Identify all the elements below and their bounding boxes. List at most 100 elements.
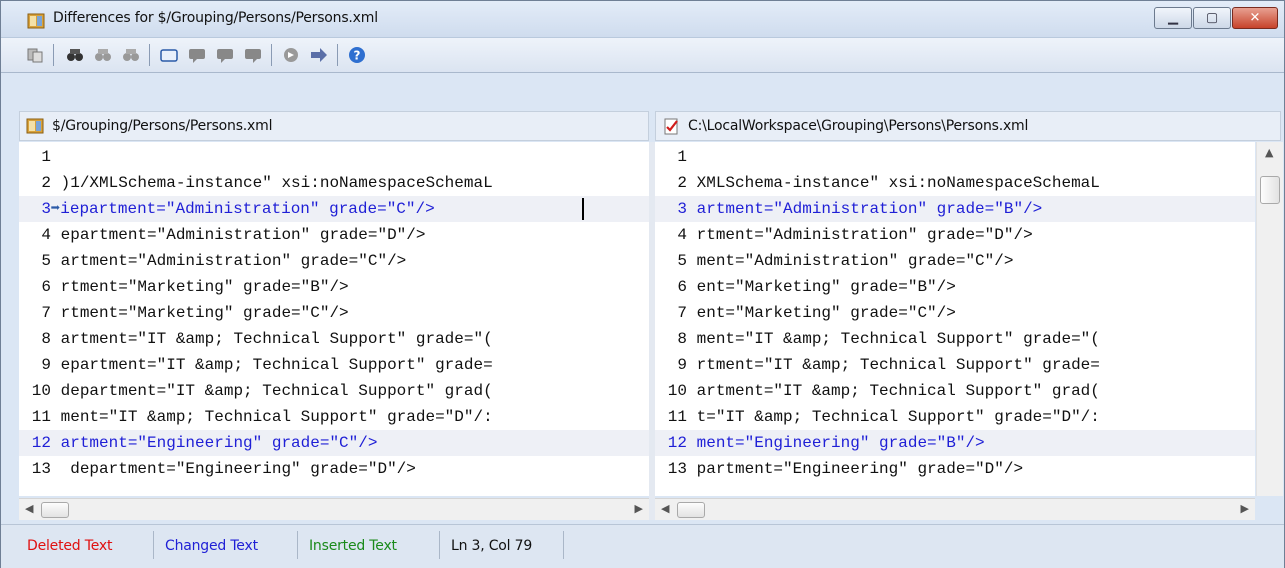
legend-deleted-text: Deleted Text	[27, 538, 113, 554]
line-number: 12	[667, 434, 687, 452]
vertical-scroll-thumb[interactable]	[1260, 176, 1280, 204]
previous-comment-icon[interactable]	[215, 45, 235, 65]
line-text: )1/XMLSchema-instance" xsi:noNamespaceSc…	[60, 174, 493, 192]
right-code-view[interactable]: 1 2 XMLSchema-instance" xsi:noNamespaceS…	[655, 142, 1255, 496]
left-code-line[interactable]: 7 rtment="Marketing" grade="C"/>	[19, 300, 649, 326]
right-vertical-scrollbar[interactable]: ▲	[1256, 142, 1283, 496]
status-separator	[297, 531, 298, 559]
left-pane-title: $/Grouping/Persons/Persons.xml	[52, 118, 273, 134]
line-text: rtment="Marketing" grade="C"/>	[60, 304, 349, 322]
comment-icon[interactable]	[159, 45, 179, 65]
scroll-right-icon[interactable]: ▶	[1241, 502, 1249, 515]
toolbar-separator	[149, 44, 150, 66]
status-separator	[153, 531, 154, 559]
scroll-up-icon[interactable]: ▲	[1265, 146, 1273, 159]
app-icon	[27, 12, 45, 30]
left-code-line[interactable]: 5 artment="Administration" grade="C"/>	[19, 248, 649, 274]
right-code-line[interactable]: 12 ment="Engineering" grade="B"/>	[655, 430, 1255, 456]
right-code-line[interactable]: 1	[655, 144, 1255, 170]
toolbar-separator	[53, 44, 54, 66]
line-number: 13	[667, 460, 687, 478]
diff-window: Differences for $/Grouping/Persons/Perso…	[0, 0, 1285, 568]
right-code-line[interactable]: 6 ent="Marketing" grade="B"/>	[655, 274, 1255, 300]
right-code-line[interactable]: 3 artment="Administration" grade="B"/>	[655, 196, 1255, 222]
line-number: 10	[667, 382, 687, 400]
left-horizontal-thumb[interactable]	[41, 502, 69, 518]
scroll-left-icon[interactable]: ◀	[661, 502, 669, 515]
right-code-line[interactable]: 5 ment="Administration" grade="C"/>	[655, 248, 1255, 274]
find-previous-icon[interactable]	[121, 45, 141, 65]
merge-icon[interactable]	[281, 45, 301, 65]
line-text: artment="Engineering" grade="C"/>	[60, 434, 378, 452]
find-next-icon[interactable]	[93, 45, 113, 65]
left-horizontal-scrollbar[interactable]: ◀ ▶	[19, 498, 649, 520]
right-code-line[interactable]: 10 artment="IT &amp; Technical Support" …	[655, 378, 1255, 404]
line-number: 8	[677, 330, 687, 348]
line-text: ment="IT &amp; Technical Support" grade=…	[60, 408, 493, 426]
minimize-button[interactable]: ▁	[1154, 7, 1192, 29]
text-caret	[582, 198, 584, 220]
line-number: 4	[41, 226, 51, 244]
line-text: department="IT &amp; Technical Support" …	[60, 382, 493, 400]
line-text: ment="Administration" grade="C"/>	[696, 252, 1014, 270]
line-text: ent="Marketing" grade="C"/>	[696, 304, 956, 322]
copy-icon[interactable]	[25, 45, 45, 65]
right-code-line[interactable]: 8 ment="IT &amp; Technical Support" grad…	[655, 326, 1255, 352]
minimize-icon: ▁	[1168, 10, 1178, 26]
left-code-line[interactable]: 12 artment="Engineering" grade="C"/>	[19, 430, 649, 456]
left-code-line[interactable]: 10 department="IT &amp; Technical Suppor…	[19, 378, 649, 404]
right-code-line[interactable]: 4 rtment="Administration" grade="D"/>	[655, 222, 1255, 248]
find-icon[interactable]	[65, 45, 85, 65]
line-number: 9	[41, 356, 51, 374]
right-code-line[interactable]: 11 t="IT &amp; Technical Support" grade=…	[655, 404, 1255, 430]
close-icon: ✕	[1249, 10, 1261, 26]
line-number: 11	[31, 408, 51, 426]
status-bar: Deleted Text Changed Text Inserted Text …	[1, 524, 1284, 568]
line-number: 9	[677, 356, 687, 374]
left-code-line[interactable]: 6 rtment="Marketing" grade="B"/>	[19, 274, 649, 300]
left-code-line[interactable]: 11 ment="IT &amp; Technical Support" gra…	[19, 404, 649, 430]
scroll-right-icon[interactable]: ▶	[635, 502, 643, 515]
status-separator	[563, 531, 564, 559]
line-number: 12	[31, 434, 51, 452]
right-horizontal-thumb[interactable]	[677, 502, 705, 518]
line-number: 13	[31, 460, 51, 478]
maximize-button[interactable]: ▢	[1193, 7, 1231, 29]
line-text: rtment="Marketing" grade="B"/>	[60, 278, 349, 296]
line-number: 6	[41, 278, 51, 296]
close-button[interactable]: ✕	[1232, 7, 1278, 29]
right-horizontal-scrollbar[interactable]: ◀ ▶	[655, 498, 1255, 520]
line-number: 1	[677, 148, 687, 166]
line-number: 7	[41, 304, 51, 322]
left-code-line[interactable]: 4 epartment="Administration" grade="D"/>	[19, 222, 649, 248]
left-code-line[interactable]: 3 ➡iepartment="Administration" grade="C"…	[19, 196, 649, 222]
right-code-line[interactable]: 9 rtment="IT &amp; Technical Support" gr…	[655, 352, 1255, 378]
toolbar: ?	[1, 38, 1284, 73]
left-code-line[interactable]: 13 department="Engineering" grade="D"/>	[19, 456, 649, 482]
legend-inserted-text: Inserted Text	[309, 538, 397, 554]
right-pane-title: C:\LocalWorkspace\Grouping\Persons\Perso…	[688, 118, 1029, 134]
left-code-line[interactable]: 1	[19, 144, 649, 170]
right-code-line[interactable]: 7 ent="Marketing" grade="C"/>	[655, 300, 1255, 326]
line-text: ment="IT &amp; Technical Support" grade=…	[696, 330, 1100, 348]
line-text: XMLSchema-instance" xsi:noNamespaceSchem…	[696, 174, 1100, 192]
scroll-left-icon[interactable]: ◀	[25, 502, 33, 515]
next-difference-icon[interactable]	[309, 45, 329, 65]
right-code-line[interactable]: 13 partment="Engineering" grade="D"/>	[655, 456, 1255, 482]
line-number: 10	[31, 382, 51, 400]
next-comment-icon[interactable]	[187, 45, 207, 65]
right-code-line[interactable]: 2 XMLSchema-instance" xsi:noNamespaceSch…	[655, 170, 1255, 196]
left-code-line[interactable]: 8 artment="IT &amp; Technical Support" g…	[19, 326, 649, 352]
delete-comment-icon[interactable]	[243, 45, 263, 65]
line-number: 5	[677, 252, 687, 270]
line-text: department="Engineering" grade="D"/>	[60, 460, 416, 478]
left-code-view[interactable]: 1 2 )1/XMLSchema-instance" xsi:noNamespa…	[19, 142, 649, 496]
line-number: 3	[41, 200, 51, 218]
left-code-line[interactable]: 2 )1/XMLSchema-instance" xsi:noNamespace…	[19, 170, 649, 196]
line-text: artment="Administration" grade="B"/>	[696, 200, 1043, 218]
help-icon[interactable]: ?	[347, 45, 367, 65]
left-code-line[interactable]: 9 epartment="IT &amp; Technical Support"…	[19, 352, 649, 378]
line-text: artment="IT &amp; Technical Support" gra…	[60, 330, 493, 348]
left-pane-header: $/Grouping/Persons/Persons.xml	[19, 111, 649, 141]
line-text: ment="Engineering" grade="B"/>	[696, 434, 985, 452]
